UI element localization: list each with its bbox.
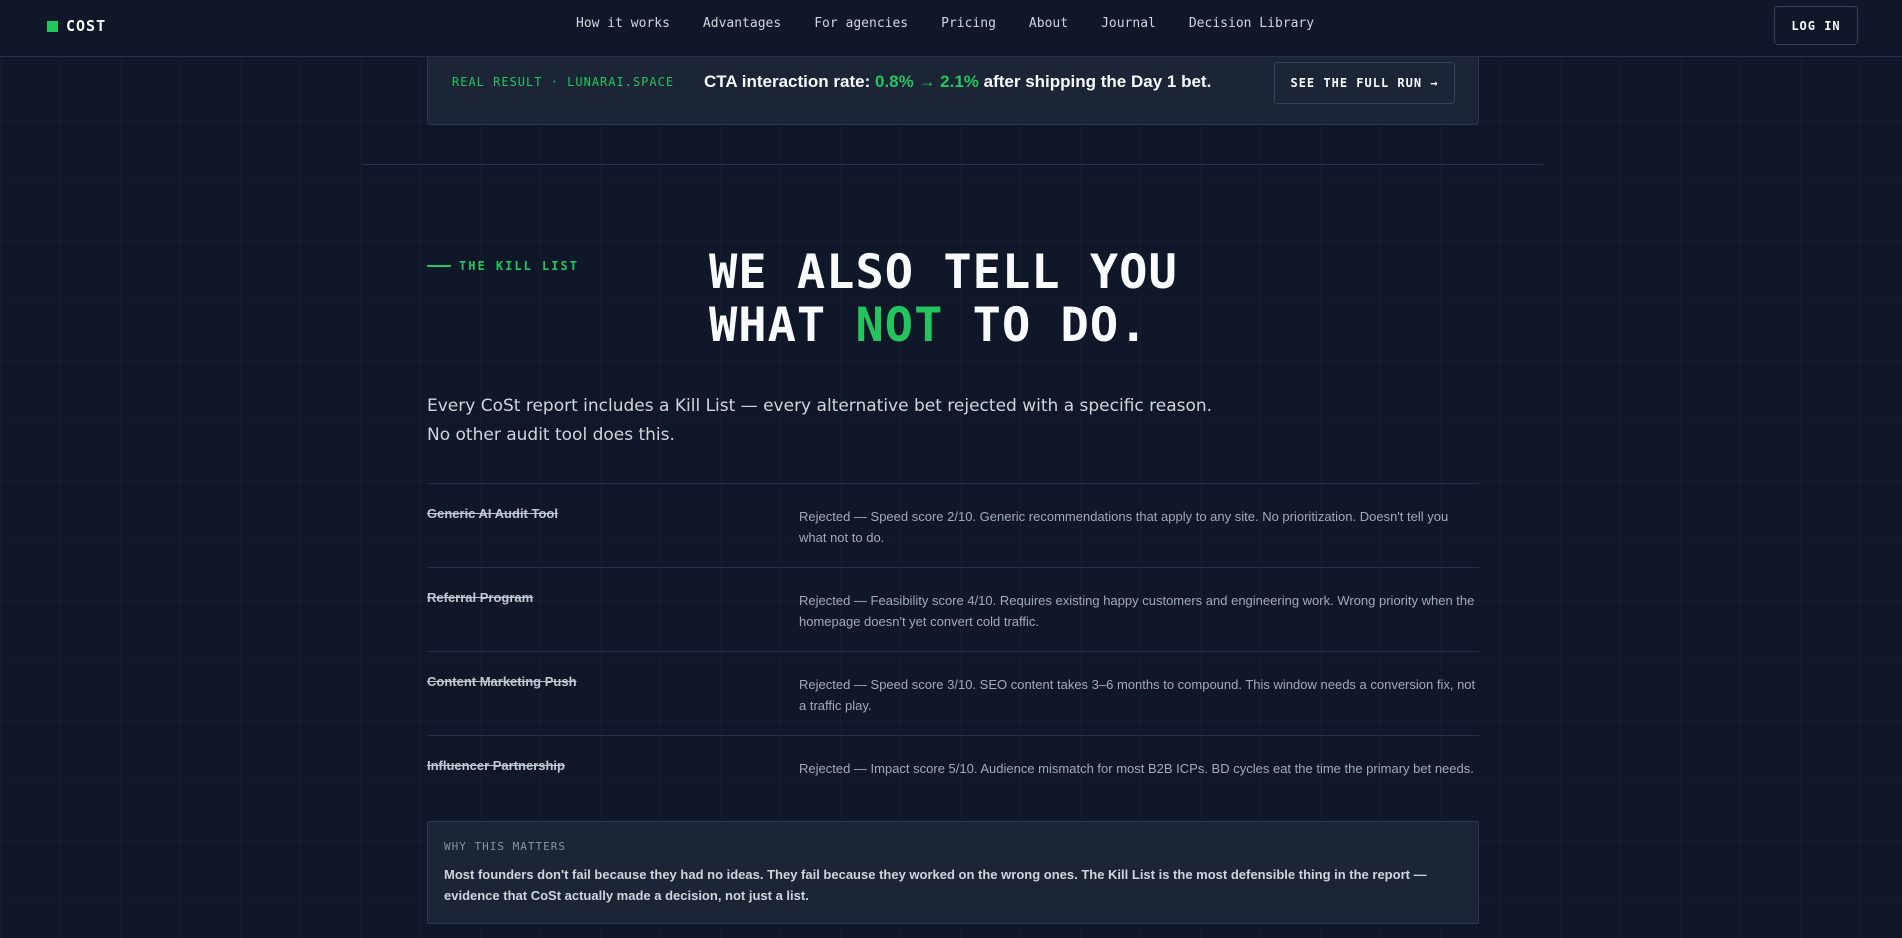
why-this-matters-box: WHY THIS MATTERS Most founders don't fai… xyxy=(427,821,1479,924)
nav-link-pricing[interactable]: Pricing xyxy=(941,16,996,31)
nav-link-decision-library[interactable]: Decision Library xyxy=(1189,16,1314,31)
section-divider xyxy=(363,164,1543,165)
nav-link-how-it-works[interactable]: How it works xyxy=(576,16,670,31)
see-full-run-button[interactable]: SEE THE FULL RUN → xyxy=(1274,62,1455,104)
login-button[interactable]: LOG IN xyxy=(1774,6,1858,45)
kill-item-reason: Rejected — Speed score 3/10. SEO content… xyxy=(799,677,1476,713)
top-navbar: COST How it works Advantages For agencie… xyxy=(0,0,1902,57)
banner-text-highlight: 0.8% → 2.1% xyxy=(874,72,979,91)
banner-text-prefix: CTA interaction rate: xyxy=(704,72,875,91)
why-text: Most founders don't fail because they ha… xyxy=(444,867,1427,903)
nav-links: How it works Advantages For agencies Pri… xyxy=(576,16,1347,31)
headline-line-2: WHAT NOT TO DO. xyxy=(709,299,1178,352)
kill-item-name: Generic AI Audit Tool xyxy=(427,506,558,521)
kill-list-row: Influencer Partnership Rejected — Impact… xyxy=(427,735,1479,819)
section-headline: WE ALSO TELL YOU WHAT NOT TO DO. xyxy=(709,246,1178,352)
kill-list: Generic AI Audit Tool Rejected — Speed s… xyxy=(427,483,1479,819)
eyebrow-text: THE KILL LIST xyxy=(459,259,579,273)
banner-text: CTA interaction rate: 0.8% → 2.1% after … xyxy=(704,72,1211,92)
logo[interactable]: COST xyxy=(47,17,106,35)
kill-item-name: Referral Program xyxy=(427,590,534,605)
nav-link-advantages[interactable]: Advantages xyxy=(703,16,781,31)
kill-item-name: Content Marketing Push xyxy=(427,674,577,689)
kill-list-row: Referral Program Rejected — Feasibility … xyxy=(427,567,1479,651)
headline-line-1: WE ALSO TELL YOU xyxy=(709,245,1178,300)
section-intro: Every CoSt report includes a Kill List —… xyxy=(427,396,1213,445)
kill-item-reason: Rejected — Feasibility score 4/10. Requi… xyxy=(799,593,1475,629)
result-banner: REAL RESULT · LUNARAI.SPACE CTA interact… xyxy=(427,57,1479,125)
kill-item-name: Influencer Partnership xyxy=(427,758,565,773)
headline-line-2-pre: WHAT xyxy=(709,298,856,353)
headline-line-2-post: TO DO. xyxy=(943,298,1149,353)
kill-item-reason: Rejected — Speed score 2/10. Generic rec… xyxy=(799,509,1449,545)
headline-highlight: NOT xyxy=(855,298,944,353)
logo-square-icon xyxy=(47,20,58,32)
nav-link-for-agencies[interactable]: For agencies xyxy=(814,16,908,31)
kill-list-row: Generic AI Audit Tool Rejected — Speed s… xyxy=(427,483,1479,567)
section-eyebrow: THE KILL LIST xyxy=(427,259,579,273)
banner-label: REAL RESULT · LUNARAI.SPACE xyxy=(452,75,675,89)
why-label: WHY THIS MATTERS xyxy=(444,840,566,853)
banner-text-suffix: after shipping the Day 1 bet. xyxy=(978,72,1212,91)
logo-text: COST xyxy=(66,17,107,35)
nav-link-about[interactable]: About xyxy=(1029,16,1068,31)
nav-link-journal[interactable]: Journal xyxy=(1101,16,1156,31)
kill-list-row: Content Marketing Push Rejected — Speed … xyxy=(427,651,1479,735)
kill-item-reason: Rejected — Impact score 5/10. Audience m… xyxy=(799,761,1474,776)
eyebrow-line xyxy=(427,265,451,267)
